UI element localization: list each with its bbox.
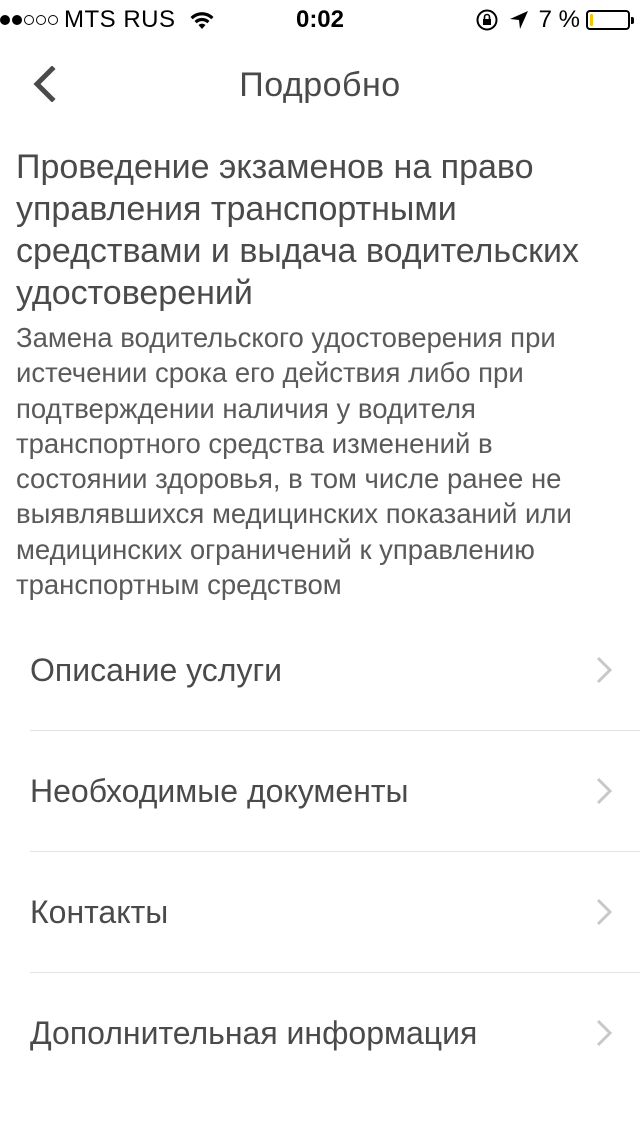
- service-title: Проведение экзаменов на право управления…: [16, 148, 579, 312]
- menu-item-label: Дополнительная информация: [30, 1014, 478, 1051]
- menu-item-label: Необходимые документы: [30, 772, 409, 809]
- menu-item-service-description[interactable]: Описание услуги: [30, 610, 640, 730]
- chevron-right-icon: [596, 1019, 612, 1047]
- status-bar: MTS RUS 0:02 7 %: [0, 0, 640, 40]
- menu-item-label: Контакты: [30, 893, 169, 930]
- menu-item-label: Описание услуги: [30, 651, 282, 688]
- battery-percent: 7 %: [538, 6, 580, 33]
- menu-item-additional-info[interactable]: Дополнительная информация: [30, 972, 640, 1093]
- service-subtitle: Замена водительского удостоверения при и…: [16, 322, 572, 601]
- battery-level: [590, 14, 593, 26]
- status-right: 7 %: [475, 6, 634, 34]
- chevron-right-icon: [596, 656, 612, 684]
- orientation-lock-icon: [476, 9, 498, 31]
- menu-item-contacts[interactable]: Контакты: [30, 851, 640, 972]
- battery-icon: [586, 10, 634, 30]
- menu-item-required-documents[interactable]: Необходимые документы: [30, 730, 640, 851]
- navigation-bar: Подробно: [0, 40, 640, 128]
- chevron-right-icon: [596, 777, 612, 805]
- location-arrow-icon: [509, 11, 528, 29]
- details-menu: Описание услуги Необходимые документы Ко…: [0, 610, 640, 1093]
- page-title: Подробно: [239, 66, 401, 104]
- chevron-right-icon: [596, 898, 612, 926]
